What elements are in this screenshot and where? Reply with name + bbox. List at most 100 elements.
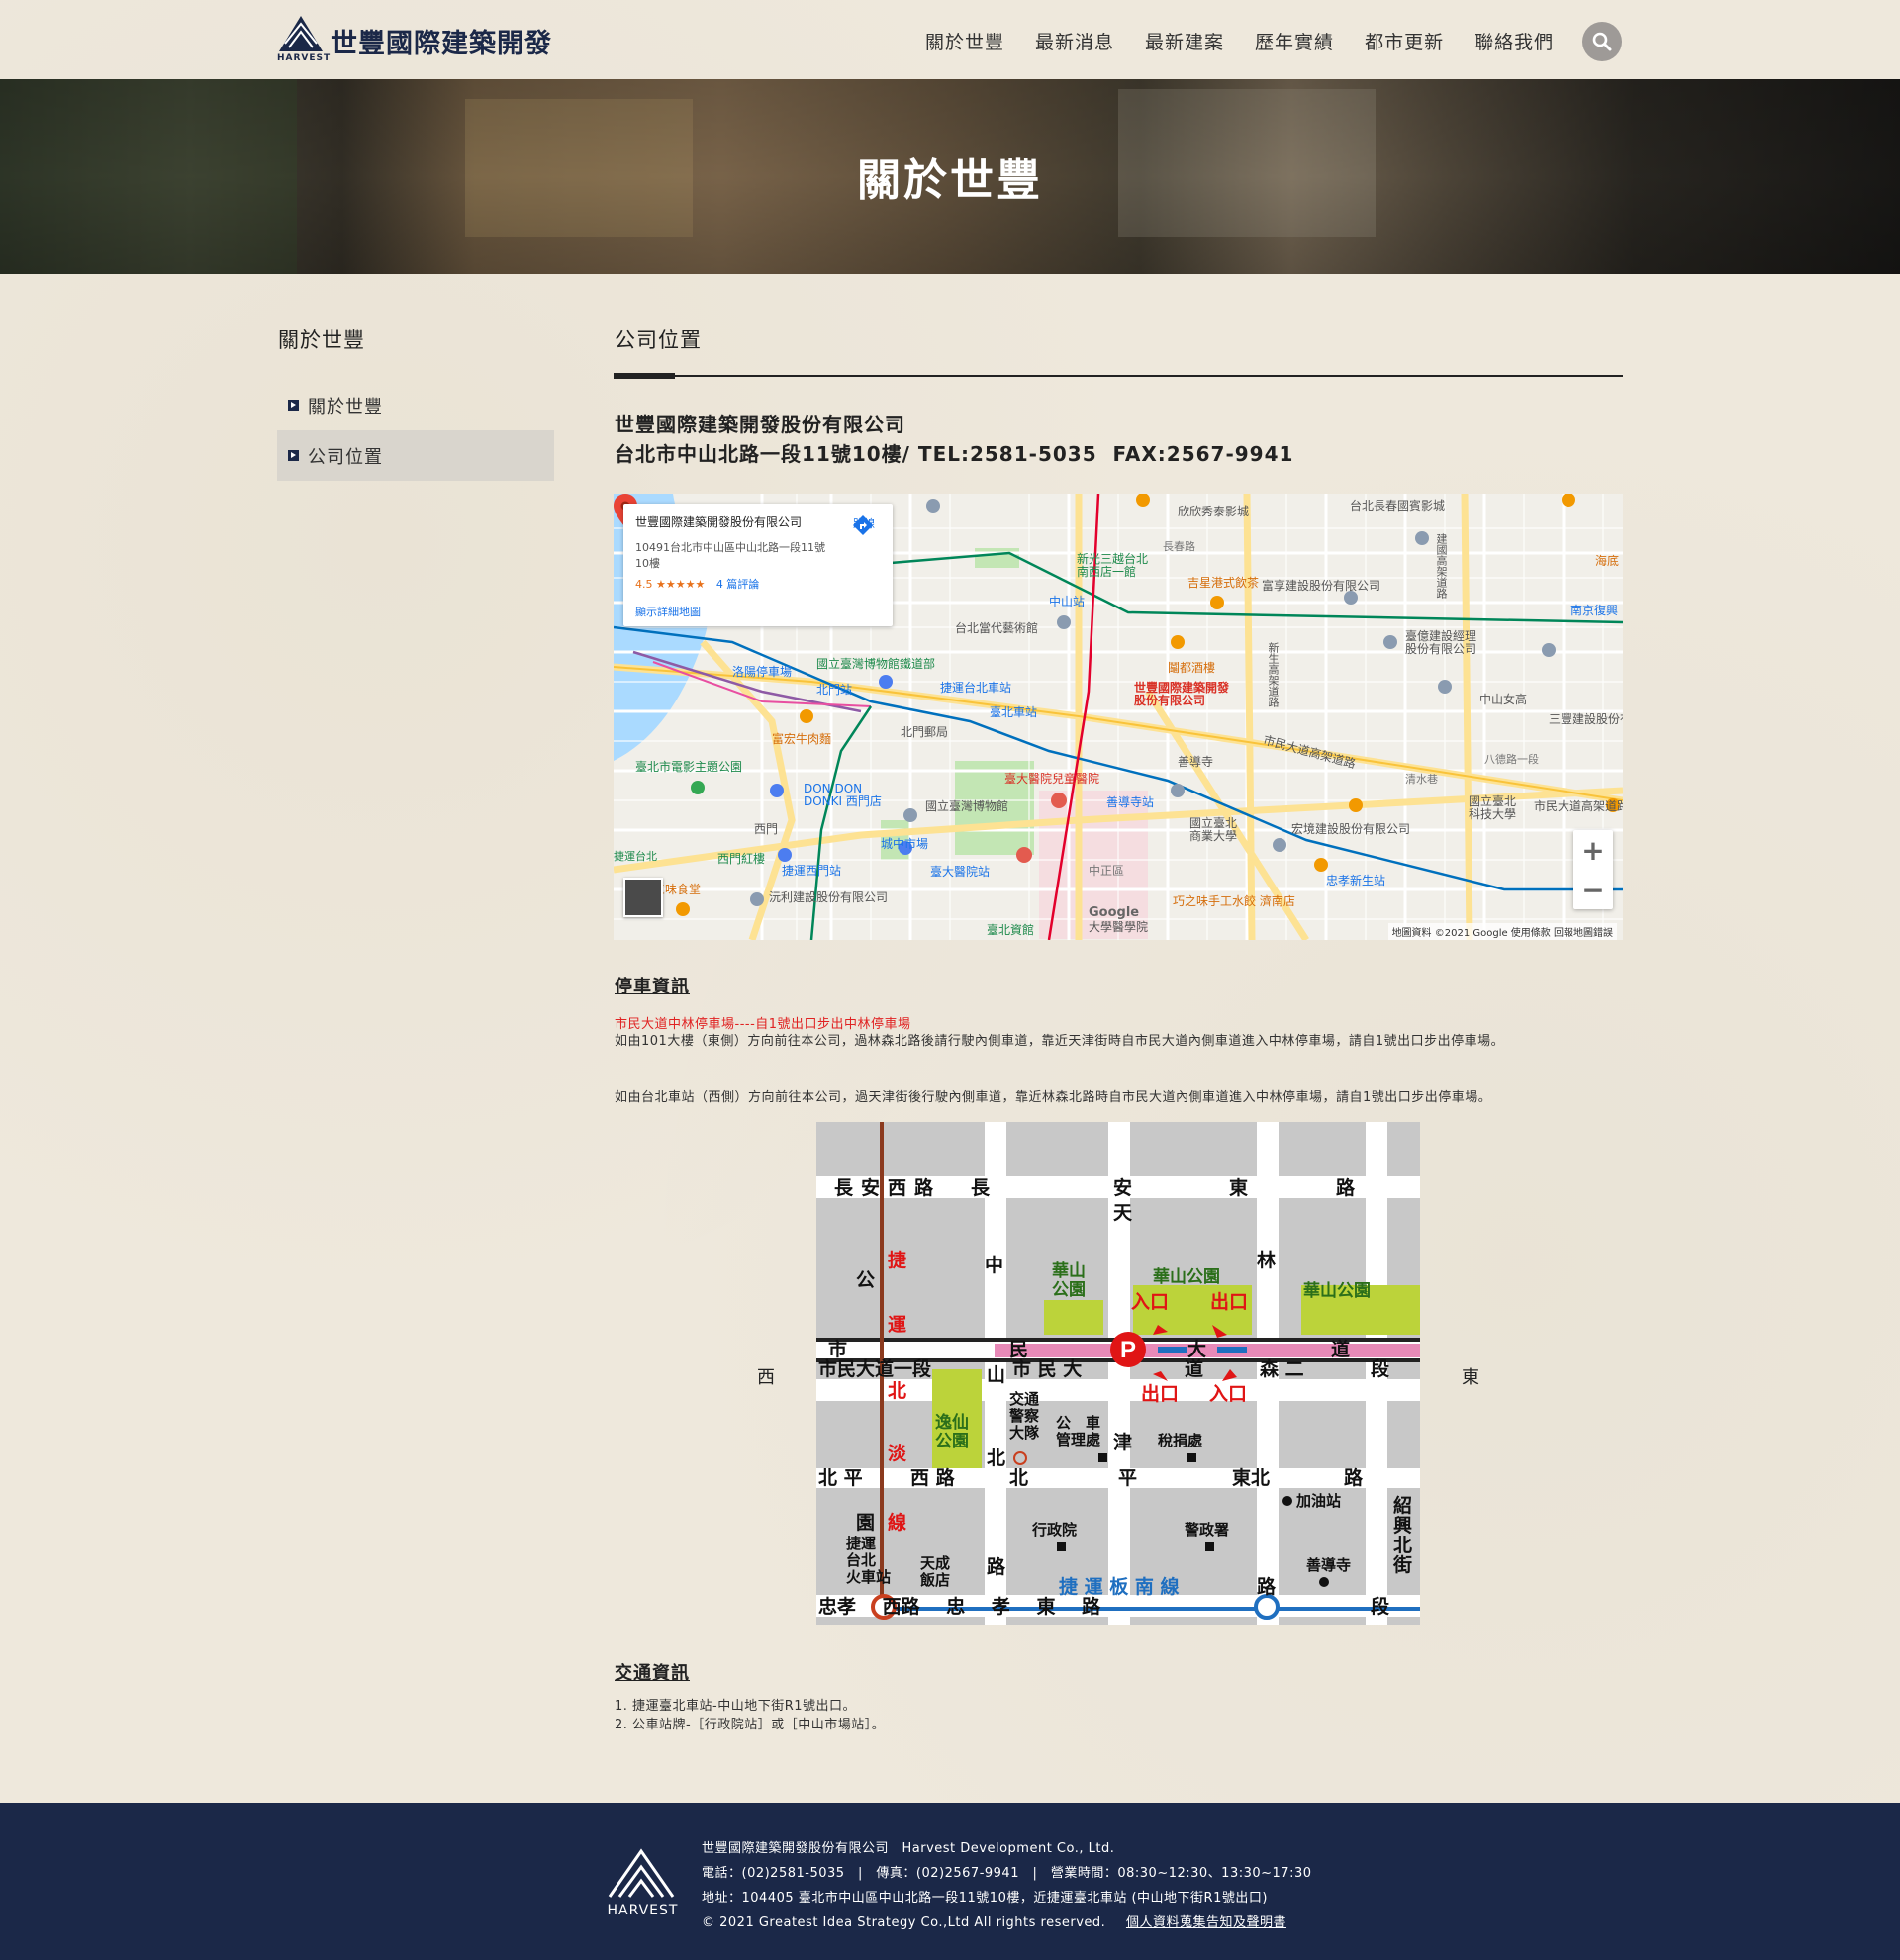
map-card-reviews-link[interactable]: 4 篇評論: [716, 578, 760, 591]
map-label: 中山女高: [1479, 693, 1528, 706]
map-label: 臺億建設經理 股份有限公司: [1405, 629, 1477, 656]
diagram-road-label: 市: [828, 1339, 848, 1360]
map-label: 忠孝新生站: [1326, 874, 1386, 887]
map-card-rating: 4.5: [635, 578, 653, 591]
sidebar-item-location[interactable]: 公司位置: [277, 430, 554, 481]
nav-news[interactable]: 最新消息: [1035, 28, 1114, 54]
sidebar-item-label: 公司位置: [308, 446, 383, 468]
diagram-building-label: 稅捐處: [1158, 1432, 1203, 1449]
map-label: 臺北市電影主題公園: [635, 760, 743, 774]
directions-button[interactable]: 路線: [853, 515, 875, 535]
map-label: 北門郵局: [901, 725, 949, 739]
diagram-mrt-label: 運: [888, 1314, 907, 1336]
banner-title: 關於世豐: [857, 155, 1043, 206]
diagram-building-label: 捷運 台北 火車站: [846, 1535, 892, 1586]
diagram-building-label: 交通 警察 大隊: [1009, 1390, 1040, 1442]
diagram-road-label: 忠孝 西路 忠 孝 東 路: [818, 1596, 1101, 1618]
parking-heading: 停車資訊: [615, 977, 690, 997]
footer-contact: 電話：(02)2581-5035 | 傳真：(02)2567-9941 | 營業…: [702, 1866, 1312, 1881]
map-label: 沅利建設股份有限公司: [769, 890, 889, 904]
map-label: 富宏牛肉麵: [772, 732, 832, 746]
map-label: 捷運台北車站: [940, 681, 1012, 695]
diagram-road-label: 東北: [1232, 1467, 1271, 1489]
map-label: 海底: [1595, 554, 1620, 568]
satellite-toggle-button[interactable]: [623, 878, 663, 917]
map-label: 國立臺北 科技大學: [1469, 794, 1517, 821]
main-nav: 關於世豐 最新消息 最新建案 歷年實績 都市更新 聯絡我們: [925, 28, 1554, 54]
map-label: 新光三越台北 南西店一館: [1077, 552, 1149, 579]
zoom-out-button[interactable]: −: [1573, 870, 1613, 909]
diagram-entry-label: 入口: [1209, 1383, 1248, 1405]
nav-history[interactable]: 歷年實績: [1255, 28, 1334, 54]
diagram-road-label: 西: [888, 1177, 907, 1199]
logo-mountain-icon: HARVEST: [277, 14, 330, 65]
map-label: 西門: [754, 822, 779, 836]
chevron-right-icon: [288, 450, 299, 461]
privacy-policy-link[interactable]: 個人資料蒐集告知及聲明書: [1126, 1915, 1286, 1930]
view-larger-map-link[interactable]: 顯示詳細地圖: [635, 604, 881, 619]
diagram-road-label: 林: [1257, 1250, 1277, 1271]
diagram-road-label: 森 二: [1260, 1358, 1304, 1380]
nav-about[interactable]: 關於世豐: [925, 28, 1004, 54]
nav-projects[interactable]: 最新建案: [1145, 28, 1224, 54]
map-label: 臺北資館: [987, 923, 1035, 937]
map-label: 台北長春國賓影城: [1350, 499, 1446, 513]
diagram-road-label: 道: [1185, 1358, 1204, 1380]
google-map[interactable]: 台北長春國賓影城 欣欣秀泰影城 長春路 海底 新光三越台北 南西店一館 吉星港式…: [614, 494, 1623, 940]
footer-address: 地址：104405 臺北市中山區中山北路一段11號10樓，近捷運臺北車站 (中山…: [702, 1891, 1268, 1906]
diagram-park-label: 華山公園: [1153, 1267, 1220, 1287]
map-card-name: 世豐國際建築開發股份有限公司: [635, 515, 803, 529]
directions-icon: [853, 515, 873, 535]
footer-copyright-row: © 2021 Greatest Idea Strategy Co.,Ltd Al…: [702, 1911, 1312, 1935]
sidebar-title: 關於世豐: [278, 328, 365, 352]
diagram-park-label: 逸仙 公園: [935, 1413, 969, 1451]
map-attribution[interactable]: 地圖資料 ©2021 Google 使用條款 回報地圖錯誤: [1387, 923, 1617, 940]
diagram-road-label: 天: [1113, 1202, 1133, 1224]
map-label: 台北當代藝術館: [955, 621, 1039, 635]
direction-west: 西: [757, 1367, 775, 1388]
zoom-in-button[interactable]: +: [1573, 830, 1613, 870]
logo-sub-text: HARVEST: [277, 53, 332, 63]
footer-info: 世豐國際建築開發股份有限公司 Harvest Development Co., …: [702, 1836, 1312, 1935]
diagram-road-label: 市民大道一段: [818, 1358, 932, 1380]
transport-list: 1. 捷運臺北車站-中山地下街R1號出口。 2. 公車站牌-［行政院站］或［中山…: [615, 1697, 885, 1734]
parking-para-1: 如由101大樓（東側）方向前往本公司，過林森北路後請行駛內側車道，靠近天津街時自…: [615, 1034, 1505, 1049]
transport-heading: 交通資訊: [615, 1663, 690, 1684]
map-zoom-control: + −: [1573, 830, 1613, 909]
nav-contact[interactable]: 聯絡我們: [1474, 28, 1554, 54]
diagram-mrt-label: 淡: [888, 1443, 907, 1464]
diagram-building-label: 加油站: [1296, 1492, 1342, 1510]
diagram-exit-label: 出口: [1141, 1383, 1180, 1405]
map-label: 西門紅樓: [717, 852, 766, 866]
diagram-mrt-label: 線: [888, 1512, 907, 1534]
search-icon: [1592, 32, 1612, 51]
map-label: 吉星港式飲茶: [1188, 576, 1260, 590]
diagram-road-label: 安: [861, 1177, 881, 1199]
parking-diagram: P 長 安 西 路 長 安 東 路 天 中 林 公 捷 運 北 淡 線 華山 公…: [816, 1122, 1420, 1625]
map-label: 巧之味手工水餃 濟南店: [1173, 894, 1295, 908]
map-label: 市民大道高架道路: [1534, 799, 1623, 813]
diagram-road-label: 路: [1344, 1467, 1364, 1489]
diagram-road-label: 長: [834, 1177, 854, 1199]
map-label: DON DON DONKI 西門店: [804, 782, 882, 808]
map-label: 臺北車站: [990, 705, 1038, 719]
map-label: 國立臺北 商業大學: [1189, 816, 1238, 843]
search-button[interactable]: [1582, 22, 1622, 61]
diagram-road-label: 東: [1229, 1177, 1249, 1199]
map-label: 八德路一段: [1484, 753, 1539, 766]
map-label: 富享建設股份有限公司: [1262, 579, 1381, 593]
site-logo[interactable]: HARVEST 世豐國際建築開發: [277, 14, 552, 65]
map-info-card: 世豐國際建築開發股份有限公司 10491台北市中山區中山北路一段11號10樓 4…: [623, 504, 893, 626]
diagram-mrt-label: 捷 運 板 南 線: [1059, 1576, 1180, 1598]
diagram-road-label: 中: [985, 1255, 1004, 1276]
footer-company: 世豐國際建築開發股份有限公司 Harvest Development Co., …: [702, 1841, 1115, 1856]
diagram-road-label: 路: [1257, 1576, 1277, 1598]
map-label: 捷運西門站: [782, 864, 842, 878]
diagram-road-label: 公: [856, 1269, 876, 1291]
map-label: 鬮都酒樓: [1168, 661, 1216, 675]
diagram-building-label: 行政院: [1032, 1521, 1078, 1539]
map-label: 臺大醫院站: [930, 865, 991, 879]
map-label: 建國高架道路: [1435, 533, 1448, 599]
nav-urban-renewal[interactable]: 都市更新: [1365, 28, 1444, 54]
sidebar-item-about[interactable]: 關於世豐: [277, 380, 554, 430]
